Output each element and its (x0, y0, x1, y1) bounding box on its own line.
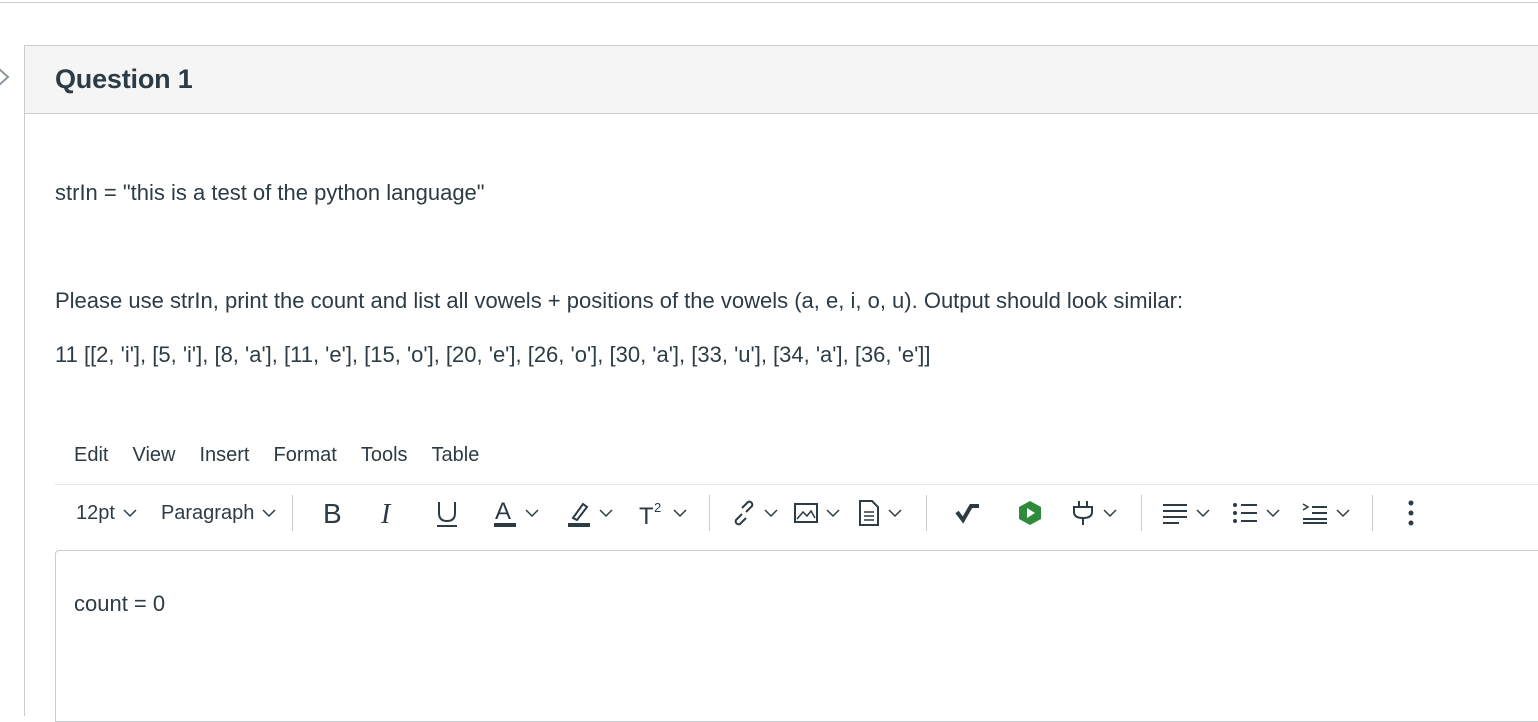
svg-text:A: A (495, 498, 511, 525)
chevron-down-icon (1103, 509, 1117, 518)
chevron-down-icon (599, 509, 613, 518)
question-header: Question 1 (25, 46, 1538, 114)
chevron-down-icon (826, 509, 840, 518)
menu-table[interactable]: Table (432, 444, 492, 467)
link-icon (735, 500, 754, 526)
top-divider (0, 2, 1538, 3)
block-format-select[interactable]: Paragraph (161, 502, 276, 525)
image-button[interactable] (794, 501, 840, 525)
question-line-example-output: 11 [[2, 'i'], [5, 'i'], [8, 'a'], [11, '… (55, 342, 931, 367)
block-format-value: Paragraph (160, 501, 255, 524)
italic-button[interactable]: I (379, 498, 399, 528)
more-button[interactable] (1407, 500, 1415, 526)
rich-text-editor[interactable]: count = 0 (55, 550, 1538, 722)
chevron-down-icon (262, 509, 276, 518)
underline-icon (437, 502, 458, 527)
bold-icon: B (323, 498, 342, 528)
italic-icon: I (380, 499, 392, 528)
font-size-select[interactable]: 12pt (76, 502, 137, 525)
svg-text:T: T (639, 503, 654, 528)
image-icon (794, 503, 819, 523)
toolbar-separator (709, 495, 711, 531)
question-line-variable: strIn = "this is a test of the python la… (55, 180, 485, 205)
toolbar-separator (292, 495, 294, 531)
editor-toolbar: 12pt Paragraph B I A T 2 (55, 484, 1538, 541)
highlight-icon (568, 502, 591, 527)
underline-button[interactable] (435, 498, 459, 528)
bullet-list-button[interactable] (1232, 502, 1280, 524)
align-icon (1163, 504, 1188, 524)
svg-text:B: B (323, 498, 342, 528)
chevron-right-icon[interactable] (0, 66, 12, 88)
superscript-button[interactable]: T 2 (637, 498, 687, 528)
question-title: Question 1 (55, 64, 193, 94)
highlight-button[interactable] (567, 498, 613, 528)
chevron-down-icon (764, 509, 778, 518)
chevron-down-icon (525, 509, 539, 518)
menu-view[interactable]: View (132, 444, 187, 467)
chevron-down-icon (1196, 509, 1210, 518)
menu-format[interactable]: Format (274, 444, 349, 467)
document-button[interactable] (858, 500, 902, 526)
chevron-down-icon (123, 509, 137, 518)
menu-edit[interactable]: Edit (74, 444, 120, 467)
font-size-value: 12pt (76, 501, 115, 524)
menu-insert[interactable]: Insert (199, 444, 261, 467)
link-button[interactable] (732, 500, 778, 526)
editor-menubar: Edit View Insert Format Tools Table (74, 444, 503, 467)
equation-icon (955, 504, 980, 524)
text-color-icon: A (494, 498, 517, 527)
more-icon (1408, 500, 1414, 526)
menu-tools[interactable]: Tools (361, 444, 420, 467)
bold-button[interactable]: B (321, 498, 345, 528)
app-icon (1019, 501, 1042, 525)
chevron-down-icon (1266, 509, 1280, 518)
svg-text:I: I (380, 499, 392, 528)
toolbar-separator (1372, 495, 1374, 531)
plugin-icon (1073, 501, 1094, 525)
indent-button[interactable] (1302, 502, 1350, 524)
equation-button[interactable] (955, 502, 981, 524)
plugin-button[interactable] (1071, 500, 1117, 526)
svg-text:2: 2 (654, 500, 661, 515)
text-color-button[interactable]: A (493, 498, 539, 528)
bullet-list-icon (1233, 503, 1258, 523)
app-button[interactable] (1017, 500, 1043, 526)
document-icon (859, 500, 880, 526)
align-button[interactable] (1162, 502, 1210, 524)
superscript-icon: T 2 (639, 500, 661, 528)
toolbar-separator (1141, 495, 1143, 531)
chevron-down-icon (673, 509, 687, 518)
toolbar-separator (926, 495, 928, 531)
editor-content[interactable]: count = 0 (74, 591, 165, 617)
question-line-instructions: Please use strIn, print the count and li… (55, 288, 1184, 313)
chevron-down-icon (888, 509, 902, 518)
indent-icon (1302, 503, 1328, 524)
chevron-down-icon (1336, 509, 1350, 518)
